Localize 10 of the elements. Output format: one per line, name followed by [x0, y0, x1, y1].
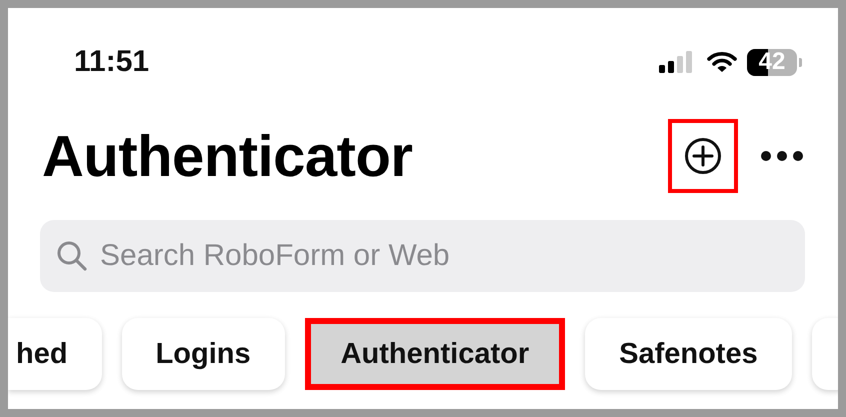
status-time: 11:51: [74, 45, 150, 79]
search-field[interactable]: Search RoboForm or Web: [40, 220, 805, 292]
more-icon: [760, 150, 804, 162]
page-title: Authenticator: [42, 122, 412, 190]
add-button[interactable]: [668, 119, 738, 193]
filter-chip[interactable]: Authenticator: [304, 318, 566, 390]
search-icon: [56, 240, 88, 272]
more-button[interactable]: [760, 150, 804, 162]
plus-circle-icon: [684, 137, 722, 175]
wifi-icon: [707, 51, 737, 73]
